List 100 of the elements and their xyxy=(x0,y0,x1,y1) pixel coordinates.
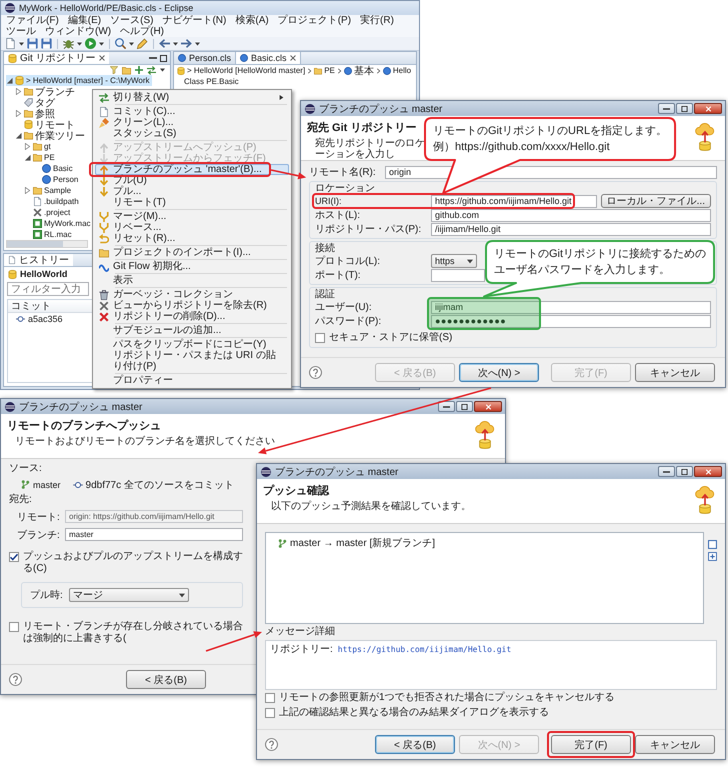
maximize-icon[interactable] xyxy=(160,54,167,62)
dialog-button[interactable]: < 戻る(B) xyxy=(375,735,455,754)
floppy-icon[interactable] xyxy=(41,38,52,49)
tree-item[interactable]: > HelloWorld [master] - C:\MyWork xyxy=(6,75,152,86)
view-tab[interactable]: Git リポジトリー xyxy=(4,52,109,64)
text-field[interactable]: iijimam xyxy=(431,300,711,314)
caret-icon[interactable] xyxy=(99,42,104,46)
menu-item[interactable]: ガーベッジ・コレクション xyxy=(95,289,289,300)
help-icon[interactable] xyxy=(265,738,278,751)
triangle-icon[interactable] xyxy=(24,154,31,161)
maximize-button[interactable] xyxy=(676,103,693,114)
tree-item[interactable]: Basic xyxy=(33,163,75,174)
search-icon[interactable] xyxy=(115,38,126,49)
close-button[interactable] xyxy=(694,103,722,114)
caret-icon[interactable] xyxy=(160,68,165,72)
text-field[interactable] xyxy=(431,268,485,282)
list-item[interactable]: master → master [新規ブランチ] xyxy=(276,536,438,550)
square-icon[interactable] xyxy=(708,540,717,549)
swap-icon[interactable] xyxy=(147,66,156,74)
arrow-right-icon[interactable] xyxy=(181,38,192,49)
triangle-icon[interactable] xyxy=(15,132,22,139)
menu-item[interactable]: スタッシュ(S) xyxy=(95,128,289,139)
menu-item[interactable]: コミット(C)... xyxy=(95,106,289,117)
triangle-icon[interactable] xyxy=(15,88,22,95)
scrollbar-thumb[interactable] xyxy=(7,241,63,247)
menu-item[interactable]: サブモジュールの追加... xyxy=(95,325,289,336)
checkbox[interactable] xyxy=(9,622,19,632)
close-button[interactable] xyxy=(474,401,502,412)
document-icon[interactable] xyxy=(5,38,16,49)
caret-icon[interactable] xyxy=(129,42,134,46)
triangle-icon[interactable] xyxy=(6,77,13,84)
tree-item[interactable]: 作業ツリー xyxy=(15,130,87,141)
menu-item[interactable]: 検索(A) xyxy=(235,15,269,26)
checkbox[interactable] xyxy=(9,552,19,562)
menu-item[interactable]: プロパティー xyxy=(95,375,289,386)
help-icon[interactable] xyxy=(309,366,322,379)
menu-item[interactable]: ヘルプ(H) xyxy=(120,26,164,37)
menu-item[interactable]: リモート(T) xyxy=(95,197,289,208)
menu-item[interactable]: 切り替え(W) xyxy=(95,92,289,103)
tree-item[interactable]: タグ xyxy=(15,97,57,108)
tree-item[interactable]: 参照 xyxy=(15,108,57,119)
tree-item[interactable]: .project xyxy=(24,207,72,218)
editor-tab[interactable]: Basic.cls xyxy=(235,52,301,64)
text-field[interactable]: master xyxy=(65,528,243,541)
tree-item[interactable]: ブランチ xyxy=(15,86,77,97)
menu-item[interactable]: ブランチのプッシュ 'master'(B)... xyxy=(95,164,289,175)
menu-item[interactable]: リセット(R)... xyxy=(95,233,289,244)
help-icon[interactable] xyxy=(9,673,22,686)
menu-item[interactable]: リポジトリー・パスまたは URI の貼り付け(P) xyxy=(95,350,289,372)
triangle-icon[interactable] xyxy=(15,110,22,117)
tree-item[interactable]: Person xyxy=(33,174,80,185)
bug-icon[interactable] xyxy=(63,38,74,49)
breadcrumb-item[interactable]: Hello xyxy=(382,66,412,75)
tree-item[interactable]: gt xyxy=(24,141,53,152)
menu-item[interactable]: Git Flow 初期化... xyxy=(95,261,289,272)
close-button[interactable] xyxy=(694,466,722,477)
caret-icon[interactable] xyxy=(77,42,82,46)
checkbox[interactable] xyxy=(315,333,325,343)
menu-item[interactable]: ソース(S) xyxy=(110,15,154,26)
filter-field[interactable]: フィルター入力 xyxy=(7,282,89,296)
menu-item[interactable]: ファイル(F) xyxy=(6,15,59,26)
column-header[interactable]: コミット xyxy=(11,299,51,313)
triangle-icon[interactable] xyxy=(24,143,31,150)
tree-item[interactable]: .buildpath xyxy=(24,196,81,207)
menu-item[interactable]: ナビゲート(N) xyxy=(162,15,226,26)
editor-tab[interactable]: Person.cls xyxy=(174,52,236,64)
breadcrumb-item[interactable]: > HelloWorld [HelloWorld master] xyxy=(177,66,306,75)
caret-icon[interactable] xyxy=(173,42,178,46)
arrow-left-icon[interactable] xyxy=(159,38,170,49)
breadcrumb-item[interactable]: 基本 xyxy=(344,64,374,78)
menu-item[interactable]: 編集(E) xyxy=(68,15,102,26)
menu-item[interactable]: マージ(M)... xyxy=(95,211,289,222)
caret-icon[interactable] xyxy=(19,42,24,46)
minimize-button[interactable] xyxy=(658,466,675,477)
tree-item[interactable]: Sample xyxy=(24,185,74,196)
browse-button[interactable]: ローカル・ファイル... xyxy=(600,194,711,208)
close-icon[interactable] xyxy=(98,55,105,61)
minimize-button[interactable] xyxy=(438,401,455,412)
menu-item[interactable]: クリーン(L)... xyxy=(95,117,289,128)
maximize-button[interactable] xyxy=(676,466,693,477)
menu-item[interactable]: ツール xyxy=(6,26,36,37)
menu-item[interactable]: 表示 xyxy=(95,275,289,286)
dialog-button[interactable]: 完了(F) xyxy=(551,735,631,754)
maximize-button[interactable] xyxy=(456,401,473,412)
breadcrumb-item[interactable]: PE xyxy=(314,66,335,75)
text-field[interactable]: https://github.com/iijimam/Hello.git xyxy=(431,194,597,208)
caret-icon[interactable] xyxy=(195,42,200,46)
tree-item[interactable]: リモート xyxy=(15,119,77,130)
view-tab[interactable]: ヒストリー xyxy=(4,254,73,266)
menu-item[interactable]: ビューからリポジトリーを除去(R) xyxy=(95,300,289,311)
tree-item[interactable]: MyWork.mac xyxy=(24,218,93,229)
dialog-button[interactable]: キャンセル xyxy=(635,735,715,754)
text-field[interactable]: github.com xyxy=(431,208,711,222)
menu-item[interactable]: プロジェクトのインポート(I)... xyxy=(95,247,289,258)
menu-item[interactable]: パスをクリップボードにコピー(Y) xyxy=(95,339,289,350)
dialog-button[interactable]: 次へ(N) > xyxy=(459,363,539,382)
tree-item[interactable]: PE xyxy=(24,152,57,163)
checkbox[interactable] xyxy=(265,708,275,718)
menu-item[interactable]: プル... xyxy=(95,186,289,197)
dropdown[interactable]: マージ xyxy=(68,588,189,602)
